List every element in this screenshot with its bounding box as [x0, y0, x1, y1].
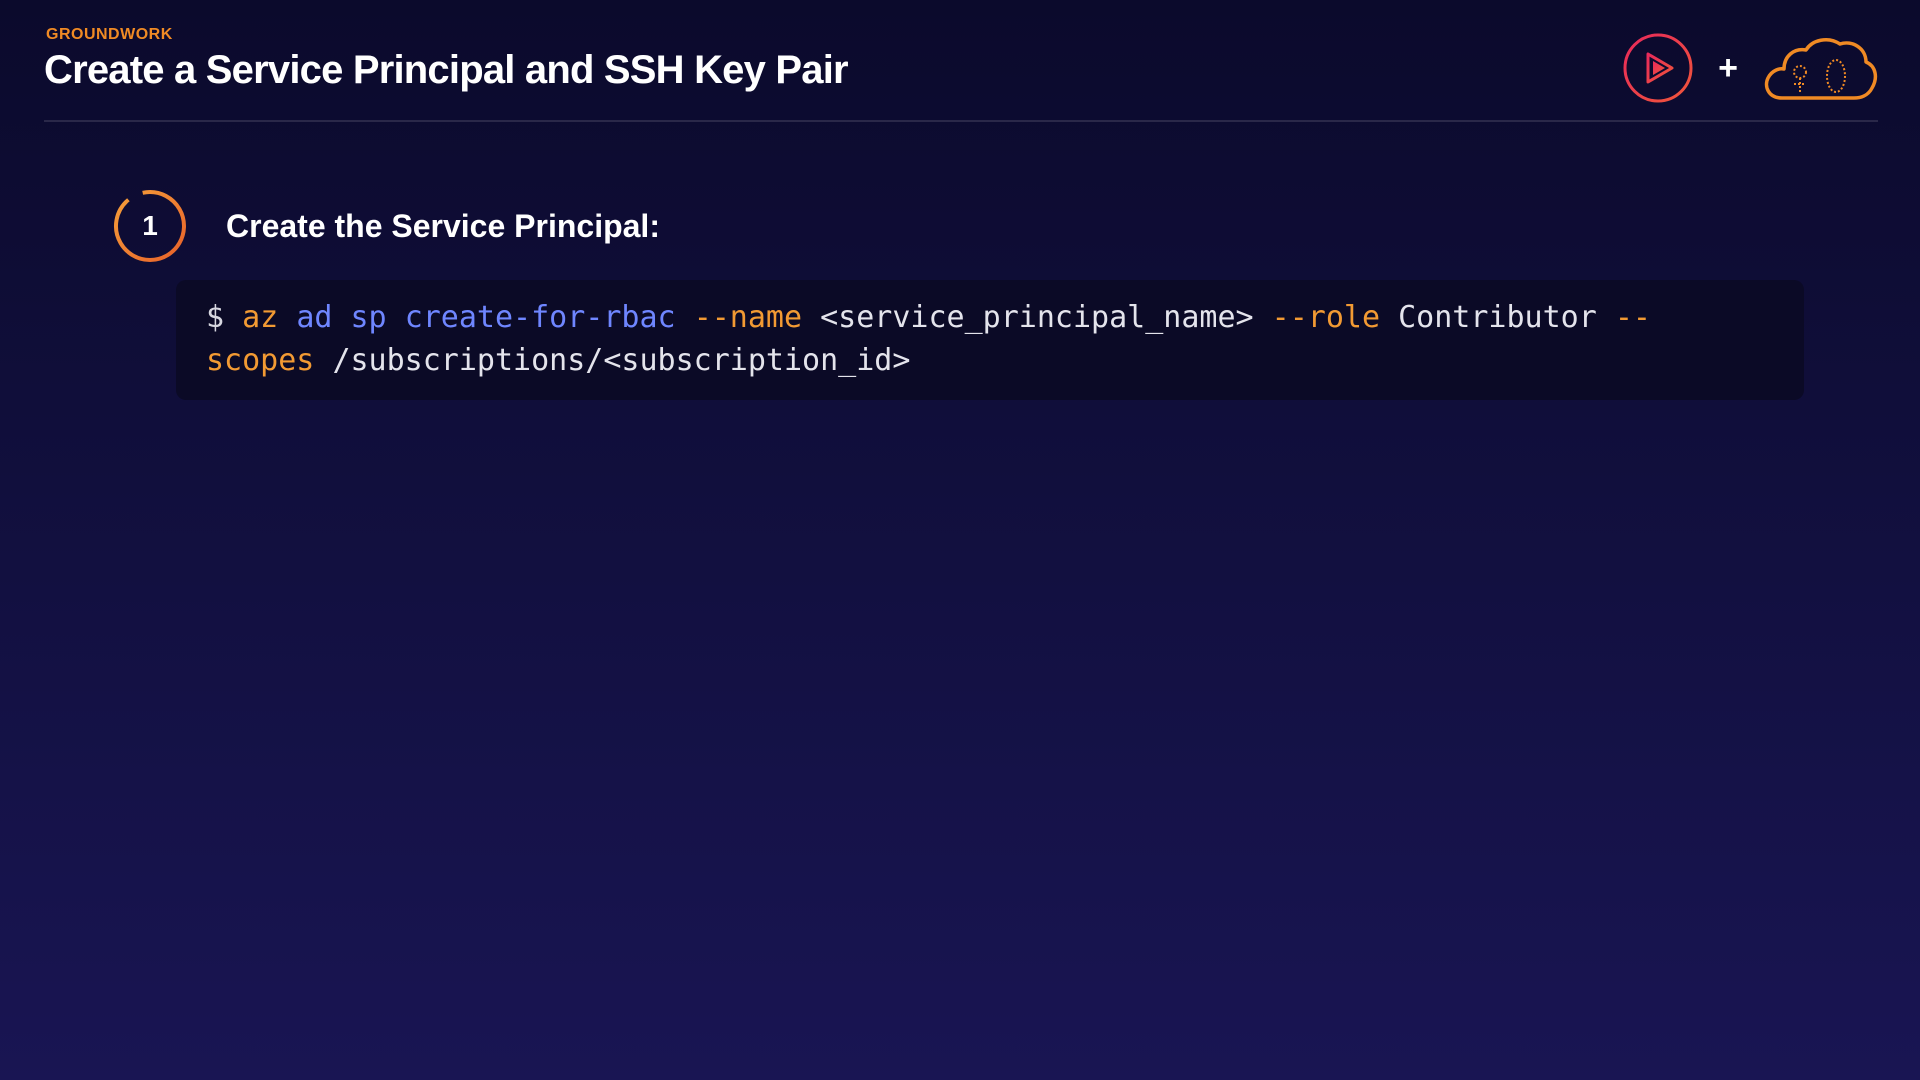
step-1: 1 Create the Service Principal:: [112, 188, 660, 264]
code-flag-scopes-part2: scopes: [206, 343, 315, 378]
slide: GROUNDWORK Create a Service Principal an…: [0, 0, 1920, 1080]
code-token-sp: sp: [350, 300, 387, 335]
plus-sign: +: [1718, 49, 1738, 87]
code-value-name: <service_principal_name>: [820, 300, 1254, 335]
section-eyebrow: GROUNDWORK: [46, 26, 173, 43]
step-label: Create the Service Principal:: [226, 207, 660, 244]
step-number: 1: [142, 210, 158, 241]
header-logos: +: [1622, 30, 1878, 106]
code-token-az: az: [242, 300, 279, 335]
code-line-2: scopes /subscriptions/<subscription_id>: [206, 339, 1774, 382]
code-line-1: $ az ad sp create-for-rbac --name <servi…: [206, 296, 1774, 339]
code-flag-role: --role: [1271, 300, 1381, 335]
cloud-logo-icon: [1764, 38, 1878, 100]
code-value-scopes: /subscriptions/<subscription_id>: [332, 343, 911, 378]
code-flag-scopes-part1: --: [1614, 300, 1651, 335]
code-prompt: $: [206, 300, 225, 335]
pluralsight-play-icon: [1623, 33, 1693, 103]
code-value-role: Contributor: [1398, 300, 1597, 335]
code-token-command: create-for-rbac: [404, 300, 676, 335]
slide-header: GROUNDWORK Create a Service Principal an…: [44, 26, 1878, 122]
slide-title: Create a Service Principal and SSH Key P…: [44, 48, 849, 92]
code-block[interactable]: $ az ad sp create-for-rbac --name <servi…: [176, 280, 1804, 400]
code-token-ad: ad: [296, 300, 333, 335]
step-number-badge: 1: [112, 188, 188, 264]
code-flag-name: --name: [693, 300, 803, 335]
